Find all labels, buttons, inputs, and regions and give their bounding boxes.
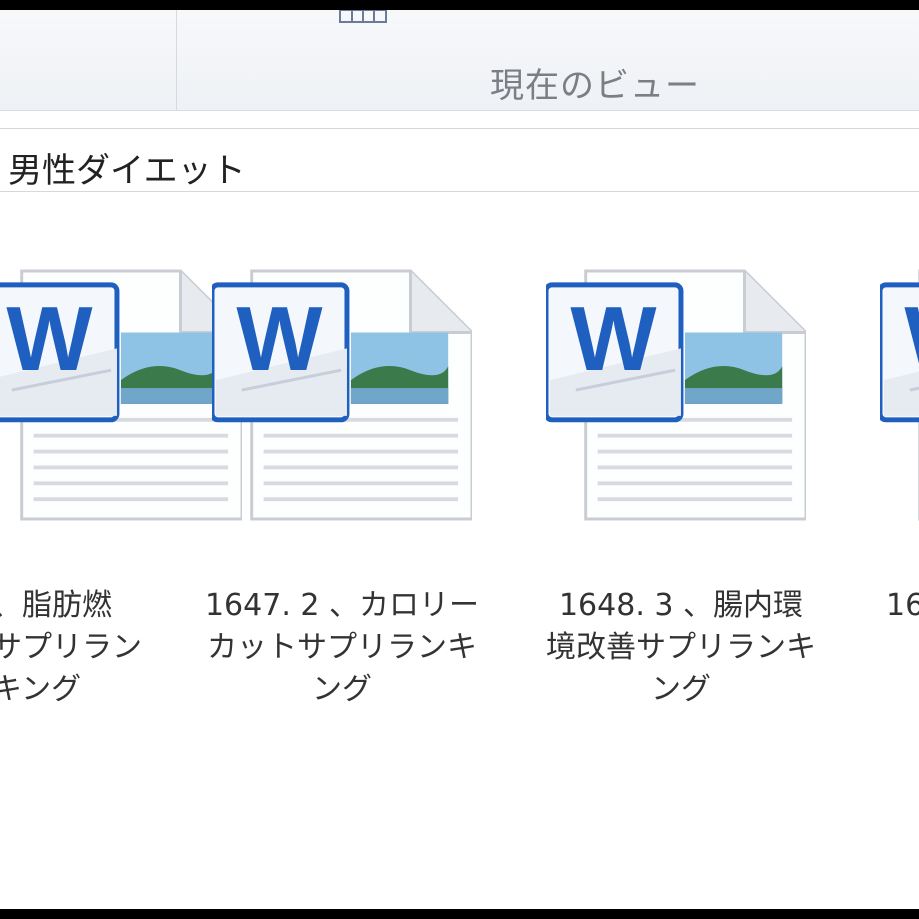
view-grid-icon[interactable] (338, 10, 388, 24)
file-name: 1648. 3 、腸内環境改善サプリランキング (546, 588, 816, 707)
ribbon-divider (176, 10, 177, 110)
explorer-window: 現在のビュー 男性ダイエット 、脂肪燃 サプリランキング 1647. 2 、カロ… (0, 10, 919, 909)
word-document-icon (212, 260, 472, 530)
word-document-icon (546, 260, 806, 530)
address-bar[interactable]: 男性ダイエット (0, 128, 919, 192)
file-list: 、脂肪燃 サプリランキング 1647. 2 、カロリーカットサプリランキング 1… (0, 192, 919, 909)
word-document-icon (0, 260, 242, 530)
word-document-icon (880, 260, 919, 530)
current-view-group-label: 現在のビュー (490, 66, 700, 106)
file-name: 、脂肪燃 サプリランキング (0, 588, 142, 707)
address-path: 男性ダイエット (8, 151, 246, 191)
window-bottom-edge (0, 909, 919, 919)
file-name: 16 (886, 588, 919, 623)
file-name: 1647. 2 、カロリーカットサプリランキング (204, 588, 480, 707)
ribbon: 現在のビュー (0, 10, 919, 111)
